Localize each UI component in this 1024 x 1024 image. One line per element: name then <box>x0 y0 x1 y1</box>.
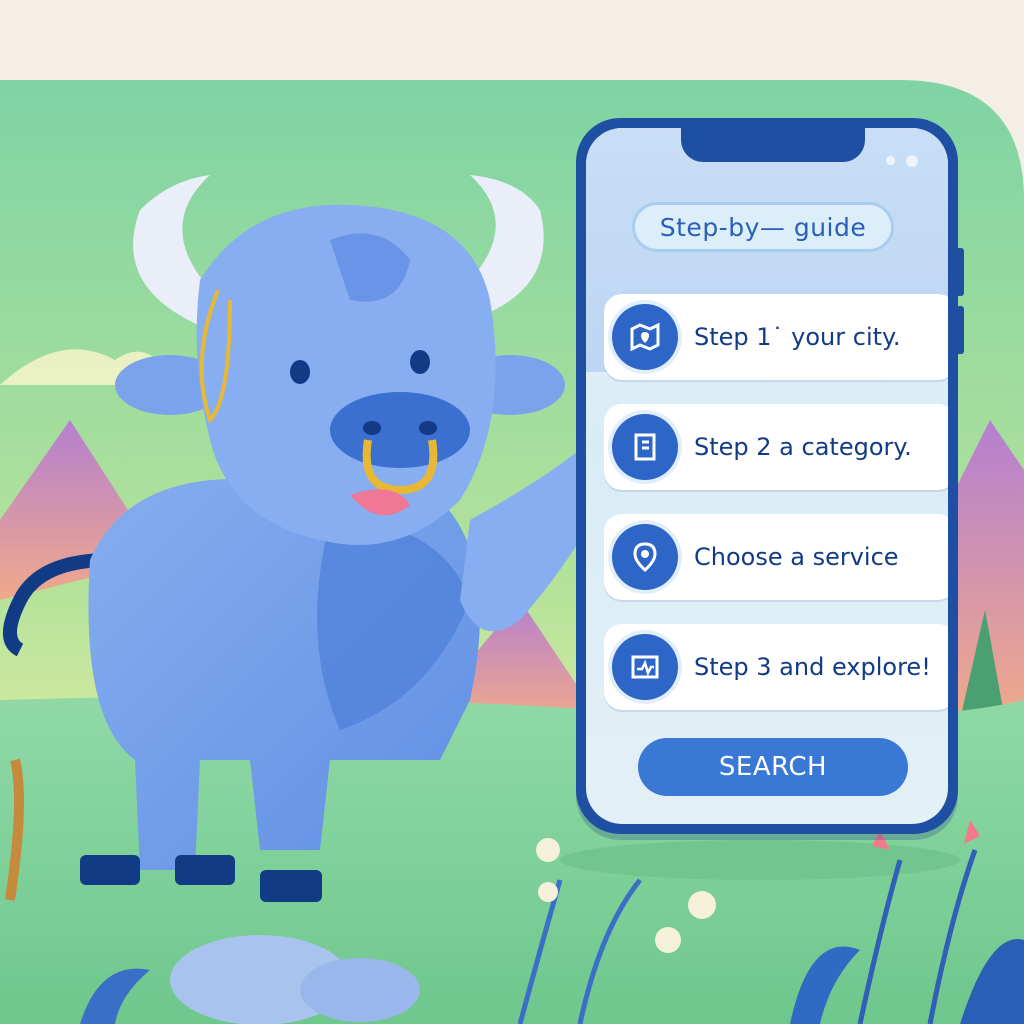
search-button[interactable]: SEARCH <box>638 738 908 796</box>
camera-icon <box>906 155 918 167</box>
step-label: Step 1˙ your city. <box>694 323 901 351</box>
guide-title: Step-by— guide <box>632 202 894 252</box>
location-pin-icon <box>612 524 678 590</box>
phone-notch <box>681 128 865 162</box>
step-card-1[interactable]: Step 1˙ your city. <box>604 294 948 380</box>
map-chart-icon <box>612 634 678 700</box>
phone-side-button <box>956 306 964 354</box>
step-label: Choose a service <box>694 543 899 571</box>
camera-icon <box>886 156 895 165</box>
step-card-3[interactable]: Choose a service <box>604 514 948 600</box>
bull-nostril <box>419 421 437 435</box>
map-icon <box>612 304 678 370</box>
step-label: Step 2 a category. <box>694 433 912 461</box>
step-label: Step 3 and explore! <box>694 653 931 681</box>
rock <box>300 958 420 1022</box>
flower-bud <box>538 882 558 902</box>
bull-eye <box>290 360 310 384</box>
step-card-4[interactable]: Step 3 and explore! <box>604 624 948 710</box>
step-card-2[interactable]: Step 2 a category. <box>604 404 948 490</box>
bull-nostril <box>363 421 381 435</box>
bull-hoof <box>80 855 140 885</box>
flower-bud <box>655 927 681 953</box>
flower-bud <box>536 838 560 862</box>
phone-mockup: Step-by— guide Step 1˙ your city. Step 2… <box>576 118 964 834</box>
book-icon <box>612 414 678 480</box>
bull-hoof <box>260 870 322 902</box>
phone-screen: Step-by— guide Step 1˙ your city. Step 2… <box>586 128 948 824</box>
bull-hoof <box>175 855 235 885</box>
bull-muzzle <box>330 392 470 468</box>
flower-bud <box>688 891 716 919</box>
bull-eye <box>410 350 430 374</box>
phone-side-button <box>956 248 964 296</box>
